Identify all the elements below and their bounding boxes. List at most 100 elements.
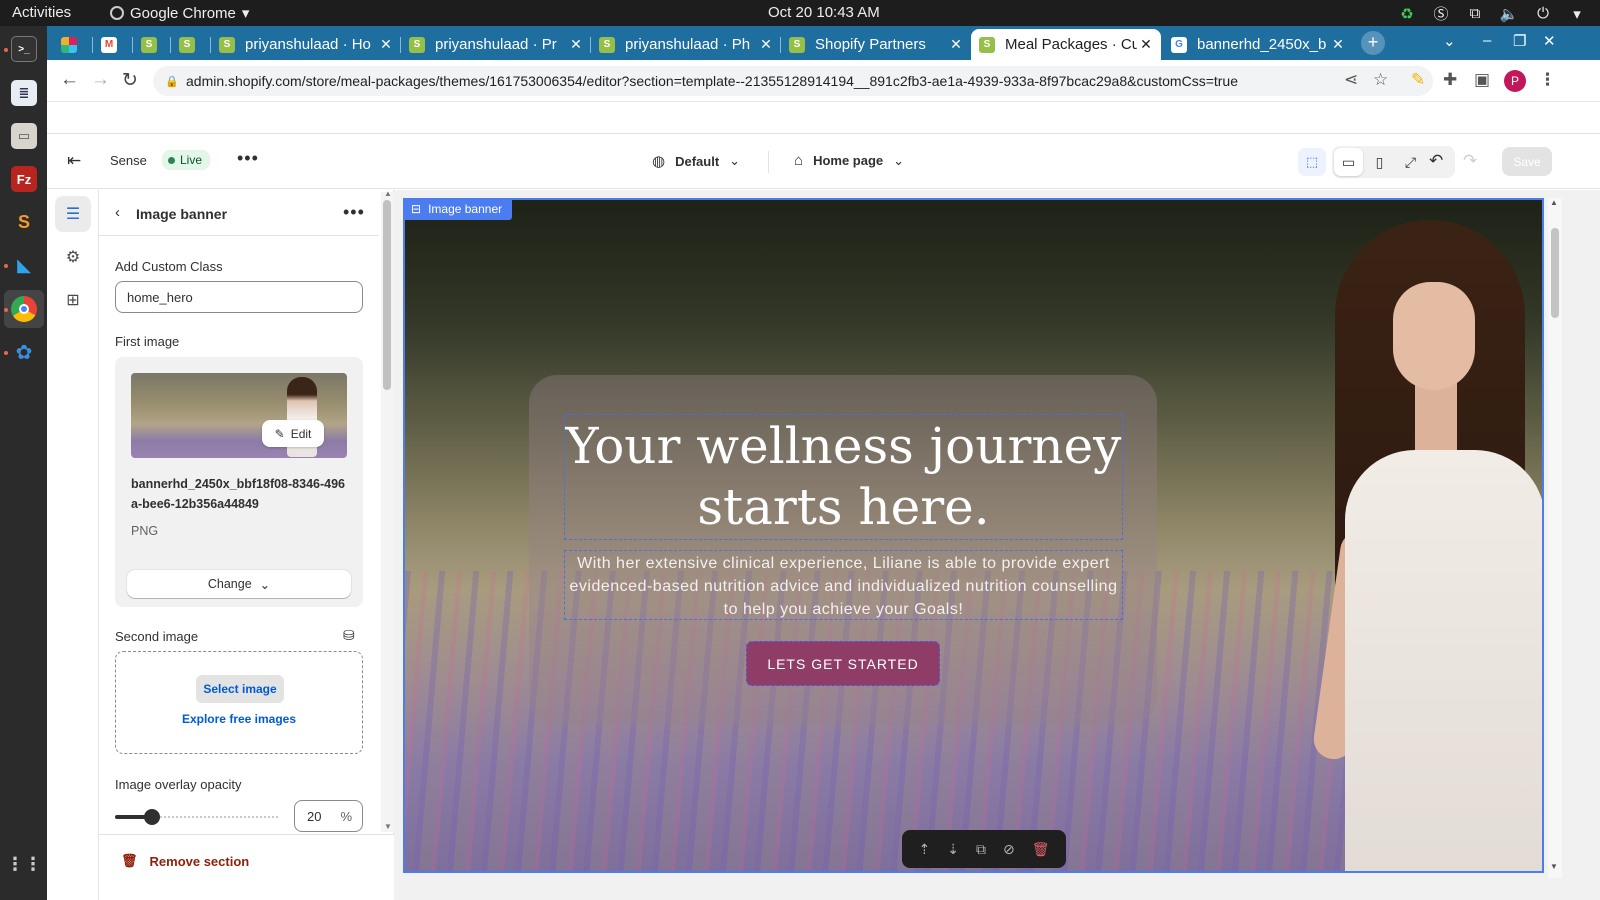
reload-icon[interactable]: ↻ [122,69,138,92]
terminal-icon[interactable]: >_ [11,36,37,62]
more-options-icon[interactable]: ••• [237,148,259,169]
close-icon[interactable]: ✕ [1329,36,1347,53]
close-icon[interactable]: ✕ [757,36,775,53]
sync-app-icon[interactable]: ✿ [11,339,37,365]
recycle-icon[interactable]: ♻ [1398,5,1416,23]
back-icon[interactable]: ← [60,69,79,91]
page-dropdown[interactable]: ⌂ Home page ⌄ [794,152,904,169]
close-icon[interactable]: ✕ [1137,36,1155,53]
forward-icon[interactable]: → [91,69,110,91]
system-tray[interactable]: ♻ Ⓢ ⧉ 🔈 ⏻ ▾ [1398,3,1586,24]
tab-active[interactable]: S Meal Packages · Cu ✕ [971,29,1161,60]
fullscreen-view-icon[interactable]: ⤢ [1396,148,1425,176]
duplicate-icon[interactable]: ⧉ [976,841,986,858]
minimize-icon[interactable]: – [1483,32,1491,49]
desktop-view-icon[interactable]: ▭ [1334,148,1363,176]
preview-scrollbar-thumb[interactable] [1551,228,1559,318]
move-up-icon[interactable]: ⇡ [919,841,931,858]
tab[interactable]: S priyanshulaad · Pr ✕ [401,29,591,60]
scroll-up-arrow-icon[interactable]: ▲ [384,189,392,198]
chevron-down-icon[interactable]: ▾ [1568,5,1586,23]
delete-trash-icon[interactable]: 🗑 [1032,841,1050,858]
clock[interactable]: Oct 20 10:43 AM [768,4,880,21]
get-started-button[interactable]: LETS GET STARTED [746,641,940,686]
profile-avatar[interactable]: P [1504,70,1526,92]
app-menu[interactable]: Google Chrome ▾ [110,4,249,22]
select-image-button[interactable]: Select image [196,675,284,703]
save-button[interactable]: Save [1502,147,1552,176]
redo-icon[interactable]: ↷ [1463,151,1477,171]
close-window-icon[interactable]: ✕ [1543,32,1556,50]
opacity-slider-thumb[interactable] [144,809,160,825]
image-banner-section[interactable]: Your wellness journey starts here. With … [403,198,1544,873]
text-editor-icon[interactable]: ≣ [11,80,37,106]
app-embeds-icon[interactable]: ⊞ [55,282,91,318]
tab-title: priyanshulaad · Pr [435,36,557,53]
close-icon[interactable]: ✕ [377,36,395,53]
hide-eye-icon[interactable]: ⊘ [1003,841,1015,858]
power-icon[interactable]: ⏻ [1534,5,1552,22]
change-image-button[interactable]: Change ⌄ [127,570,351,598]
tab-search-icon[interactable]: ⌄ [1443,32,1456,50]
scroll-down-arrow-icon[interactable]: ▼ [1550,862,1558,871]
tab-pinned-1[interactable] [53,29,93,60]
remove-section-button[interactable]: 🗑 Remove section [121,853,249,869]
custom-class-input[interactable]: home_hero [115,281,363,313]
vscode-icon[interactable]: ◣ [11,252,37,278]
new-tab-button[interactable]: + [1361,31,1385,55]
banner-heading[interactable]: Your wellness journey starts here. [564,414,1123,538]
share-icon[interactable]: ⋖ [1344,70,1358,90]
extension-highlighter-icon[interactable]: ✎ [1411,70,1425,90]
exit-icon[interactable]: ⇤ [67,151,81,171]
network-icon[interactable]: ⧉ [1466,5,1484,22]
explore-free-images-link[interactable]: Explore free images [116,712,362,726]
show-apps-icon[interactable]: ⋮⋮ [6,851,42,877]
mobile-view-icon[interactable]: ▯ [1365,148,1394,176]
inspector-icon[interactable]: ⬚ [1298,148,1326,176]
sublime-text-icon[interactable]: S [11,209,37,235]
filezilla-icon[interactable]: Fz [11,166,37,192]
language-dropdown[interactable]: ◍ Default ⌄ [652,152,740,170]
scroll-up-arrow-icon[interactable]: ▲ [1550,198,1558,207]
sections-icon[interactable]: ☰ [55,196,91,232]
volume-icon[interactable]: 🔈 [1500,5,1519,23]
close-icon[interactable]: ✕ [567,36,585,53]
second-image-dropzone[interactable]: Select image Explore free images [115,651,363,754]
extensions-puzzle-icon[interactable]: ✚ [1443,70,1457,90]
more-options-icon[interactable]: ••• [343,202,365,223]
undo-icon[interactable]: ↶ [1429,151,1443,171]
url-field[interactable]: 🔒 admin.shopify.com/store/meal-packages/… [153,66,1433,96]
banner-subtext[interactable]: With her extensive clinical experience, … [569,552,1118,621]
bookmark-star-icon[interactable]: ☆ [1373,70,1388,90]
edit-image-button[interactable]: ✎ Edit [262,420,324,447]
theme-settings-gear-icon[interactable]: ⚙ [55,239,91,275]
move-down-icon[interactable]: ⇣ [947,841,959,858]
tab[interactable]: S Shopify Partners ✕ [781,29,971,60]
panel-scrollbar[interactable] [381,192,394,832]
skype-icon[interactable]: Ⓢ [1432,3,1450,24]
slack-icon [61,36,77,53]
restore-icon[interactable]: ❐ [1513,32,1526,50]
theme-preview: Your wellness journey starts here. With … [394,190,1600,900]
tab-pinned-4[interactable]: S [171,29,211,60]
back-chevron-icon[interactable]: ‹ [115,204,120,221]
preview-scrollbar[interactable] [1548,198,1562,878]
side-panel-icon[interactable]: ▣ [1474,70,1490,90]
tab[interactable]: S priyanshulaad · Ph ✕ [591,29,781,60]
opacity-unit: % [340,809,352,824]
database-icon[interactable]: ⛁ [343,627,355,644]
opacity-number-input[interactable]: 20 % [294,800,363,832]
tab[interactable]: S priyanshulaad · Ho ✕ [211,29,401,60]
tab-pinned-2[interactable]: M [93,29,133,60]
scrollbar-thumb[interactable] [383,200,391,390]
close-icon[interactable]: ✕ [947,36,965,53]
scroll-down-arrow-icon[interactable]: ▼ [384,822,392,831]
tab-title: priyanshulaad · Ho [245,36,371,53]
editor-icon-rail: ☰ ⚙ ⊞ [47,190,99,900]
tab[interactable]: G bannerhd_2450x_b ✕ [1163,29,1353,60]
activities-button[interactable]: Activities [12,4,71,21]
files-icon[interactable]: ▭ [11,123,37,149]
browser-menu-icon[interactable]: ⋮ [1539,70,1556,90]
chrome-icon[interactable] [11,296,37,322]
tab-pinned-3[interactable]: S [133,29,171,60]
